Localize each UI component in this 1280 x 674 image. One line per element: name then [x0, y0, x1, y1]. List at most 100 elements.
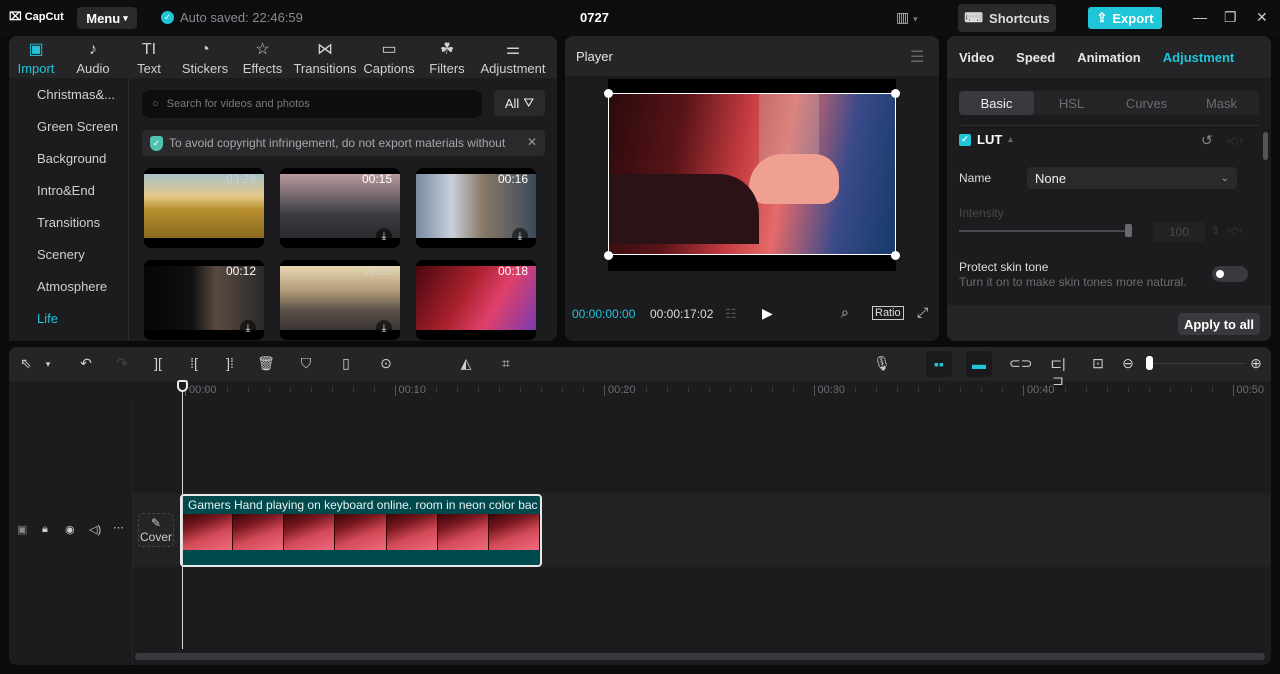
intensity-input[interactable]: 100	[1153, 222, 1205, 242]
magnet-icon[interactable]: ▪▪	[926, 351, 952, 377]
zoom-in-icon[interactable]: ⊕	[1247, 355, 1265, 372]
category-item[interactable]: Christmas&...	[9, 78, 128, 110]
export-button[interactable]: ⇪ Export	[1088, 7, 1162, 29]
inspector-tab-video[interactable]: Video	[959, 36, 994, 78]
inspector-tab-speed[interactable]: Speed	[1016, 36, 1055, 78]
resize-handle[interactable]	[891, 89, 900, 98]
video-preview[interactable]	[608, 93, 896, 255]
media-thumbnail[interactable]: 00:23 ⤓	[280, 260, 400, 340]
tab-adjustment[interactable]: ⚌ Adjustment	[476, 36, 550, 78]
frames-icon[interactable]: ☷	[725, 306, 737, 322]
subtab-curves[interactable]: Curves	[1109, 91, 1184, 115]
media-thumbnail[interactable]: 03:28	[144, 168, 264, 248]
resize-handle[interactable]	[604, 89, 613, 98]
category-item[interactable]: Intro&End	[9, 174, 128, 206]
cover-button[interactable]: ✎ Cover	[138, 513, 174, 547]
search-box[interactable]: ○	[142, 90, 482, 118]
more-icon[interactable]: ⋯	[113, 521, 124, 534]
split-right-icon[interactable]: ]⁞	[221, 355, 239, 371]
media-thumbnail[interactable]: 00:15 ⤓	[280, 168, 400, 248]
download-icon[interactable]: ⤓	[512, 228, 528, 244]
delete-icon[interactable]: 🗑	[257, 355, 275, 372]
auto-snap-icon[interactable]: ▬	[966, 351, 992, 377]
layout-icon[interactable]: ▥ ▾	[896, 9, 918, 26]
media-thumbnail[interactable]: 00:18	[416, 260, 536, 340]
split-icon[interactable]: ][	[149, 355, 167, 371]
category-item[interactable]: Background	[9, 142, 128, 174]
select-tool-icon[interactable]: ⇖	[17, 355, 35, 372]
lut-name-select[interactable]: None ⌄	[1027, 167, 1237, 189]
filter-button[interactable]: All ⛛	[494, 90, 545, 116]
zoom-fit-icon[interactable]: ⌕	[841, 304, 849, 321]
zoom-fit-timeline-icon[interactable]: ⊡	[1089, 355, 1107, 372]
split-left-icon[interactable]: ⁞[	[185, 355, 203, 371]
download-icon[interactable]: ⤓	[376, 320, 392, 336]
tab-text[interactable]: TI Text	[123, 36, 175, 78]
playhead-handle[interactable]	[177, 380, 188, 392]
redo-icon[interactable]: ↷	[113, 355, 131, 372]
zoom-slider-knob[interactable]	[1146, 356, 1153, 370]
resize-handle[interactable]	[604, 251, 613, 260]
search-input[interactable]	[166, 98, 467, 110]
resize-handle[interactable]	[891, 251, 900, 260]
menu-icon[interactable]: ☰	[910, 47, 924, 67]
category-item[interactable]: Atmosphere	[9, 270, 128, 302]
media-thumbnail[interactable]: 00:16 ⤓	[416, 168, 536, 248]
microphone-icon[interactable]: 🎙	[873, 355, 891, 372]
collapse-icon[interactable]: ▴	[1008, 134, 1013, 145]
restore-icon[interactable]: ❐	[1224, 9, 1237, 26]
download-icon[interactable]: ⤓	[240, 320, 256, 336]
subtab-hsl[interactable]: HSL	[1034, 91, 1109, 115]
project-title[interactable]: 0727	[580, 10, 609, 25]
time-ruler[interactable]: 00:00 00:10 00:20 00:30 00:40 00:50	[9, 381, 1271, 401]
playhead[interactable]	[182, 381, 183, 649]
tab-stickers[interactable]: ◔ Stickers	[175, 36, 235, 78]
apply-to-all-button[interactable]: Apply to all	[1178, 313, 1260, 335]
scrollbar[interactable]	[1263, 132, 1268, 160]
download-icon[interactable]: ⤓	[376, 228, 392, 244]
category-item[interactable]: Green Screen	[9, 110, 128, 142]
tab-captions[interactable]: ▭ Captions	[360, 36, 418, 78]
freeze-icon[interactable]: ▯	[337, 355, 355, 372]
shortcuts-button[interactable]: ⌨ Shortcuts	[958, 4, 1056, 32]
tab-effects[interactable]: ☆ Effects	[235, 36, 290, 78]
menu-button[interactable]: Menu ▾	[77, 7, 137, 29]
intensity-slider-knob[interactable]	[1125, 224, 1132, 237]
crop-icon[interactable]: ⌗	[497, 355, 515, 372]
eye-icon[interactable]: ◉	[65, 523, 75, 536]
fullscreen-icon[interactable]: ⤢	[917, 304, 928, 321]
inspector-tab-adjustment[interactable]: Adjustment	[1163, 36, 1235, 78]
marker-icon[interactable]: ⛉	[297, 355, 315, 372]
category-item[interactable]: Scenery	[9, 238, 128, 270]
reset-icon[interactable]: ↺	[1201, 132, 1213, 149]
audio-icon[interactable]: ◁)	[89, 523, 101, 536]
tab-filters[interactable]: ☘ Filters	[418, 36, 476, 78]
ratio-button[interactable]: Ratio	[872, 306, 904, 320]
subtab-basic[interactable]: Basic	[959, 91, 1034, 115]
lock-icon[interactable]: 🔒︎	[42, 523, 48, 536]
category-item[interactable]: Transitions	[9, 206, 128, 238]
protect-skin-toggle[interactable]	[1212, 266, 1248, 282]
tab-transitions[interactable]: ⋈ Transitions	[290, 36, 360, 78]
play-icon[interactable]: ▶	[762, 305, 773, 322]
tab-import[interactable]: ▣ Import	[9, 36, 63, 78]
mirror-icon[interactable]: ◭	[457, 355, 475, 372]
reverse-icon[interactable]: ⊙	[377, 355, 395, 372]
undo-icon[interactable]: ↶	[77, 355, 95, 372]
minimize-icon[interactable]: —	[1193, 9, 1207, 25]
link-icon[interactable]: ⊂⊃	[1009, 355, 1032, 372]
stepper-icon[interactable]: ⇕	[1211, 224, 1220, 237]
zoom-slider[interactable]	[1149, 363, 1245, 364]
close-icon[interactable]: ✕	[527, 135, 537, 149]
category-item[interactable]: Life	[9, 302, 128, 334]
zoom-out-icon[interactable]: ⊖	[1119, 355, 1137, 372]
lut-checkbox[interactable]: ✓	[959, 133, 971, 146]
tab-audio[interactable]: ♪ Audio	[63, 36, 123, 78]
inspector-tab-animation[interactable]: Animation	[1077, 36, 1141, 78]
chevron-down-icon[interactable]: ▾	[39, 359, 57, 370]
keyframe-icon[interactable]: ‹◇›	[1227, 134, 1243, 147]
keyframe-icon[interactable]: ‹◇›	[1227, 224, 1243, 237]
close-icon[interactable]: ✕	[1256, 9, 1268, 26]
intensity-slider[interactable]	[959, 230, 1131, 232]
subtab-mask[interactable]: Mask	[1184, 91, 1259, 115]
